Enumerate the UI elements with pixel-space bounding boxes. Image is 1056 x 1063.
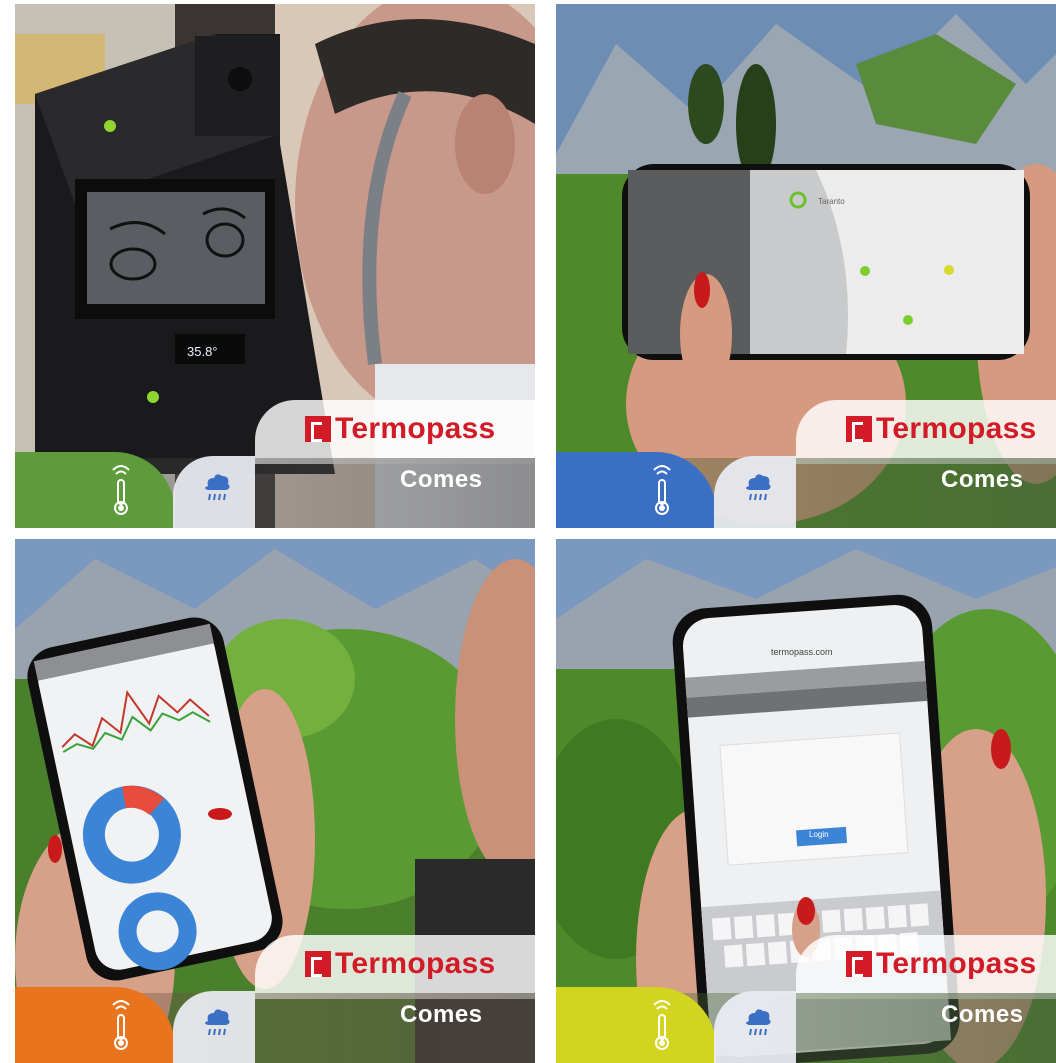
termopass-logo: Termopass bbox=[305, 409, 496, 449]
cloud-sprinkle-icon bbox=[746, 474, 771, 501]
login-button: Login bbox=[809, 830, 829, 839]
comes-logo: Comes bbox=[400, 1001, 483, 1028]
termopass-logo-icon bbox=[305, 951, 331, 977]
accent-tile bbox=[15, 452, 175, 528]
thermometer-wifi-icon bbox=[653, 1000, 671, 1050]
termopass-logo-icon bbox=[846, 951, 872, 977]
accent-tile bbox=[556, 452, 716, 528]
cloud-sprinkle-icon bbox=[205, 1009, 230, 1036]
thermometer-wifi-icon bbox=[112, 465, 130, 515]
termopass-logo-icon bbox=[846, 416, 872, 442]
panel-dashboard: Termopass Comes bbox=[15, 539, 535, 1063]
comes-logo: Comes bbox=[400, 466, 483, 493]
device-reading: 35.8° bbox=[187, 344, 218, 359]
browser-url: termopass.com bbox=[771, 647, 833, 657]
comes-logo: Comes bbox=[941, 1001, 1024, 1028]
panel-map: Taranto Termopass Comes bbox=[556, 4, 1056, 528]
termopass-logo: Termopass bbox=[305, 944, 496, 984]
thermometer-wifi-icon bbox=[653, 465, 671, 515]
thermometer-wifi-icon bbox=[112, 1000, 130, 1050]
termopass-logo: Termopass bbox=[846, 944, 1037, 984]
map-city-label: Taranto bbox=[818, 197, 845, 206]
panel-login: termopass.com Login Termopass Comes bbox=[556, 539, 1056, 1063]
accent-tile bbox=[556, 987, 716, 1063]
panel-device: 35.8° Termopass Comes bbox=[15, 4, 535, 528]
cloud-sprinkle-icon bbox=[205, 474, 230, 501]
comes-logo: Comes bbox=[941, 466, 1024, 493]
accent-tile bbox=[15, 987, 175, 1063]
termopass-logo-icon bbox=[305, 416, 331, 442]
termopass-logo: Termopass bbox=[846, 409, 1037, 449]
cloud-sprinkle-icon bbox=[746, 1009, 771, 1036]
